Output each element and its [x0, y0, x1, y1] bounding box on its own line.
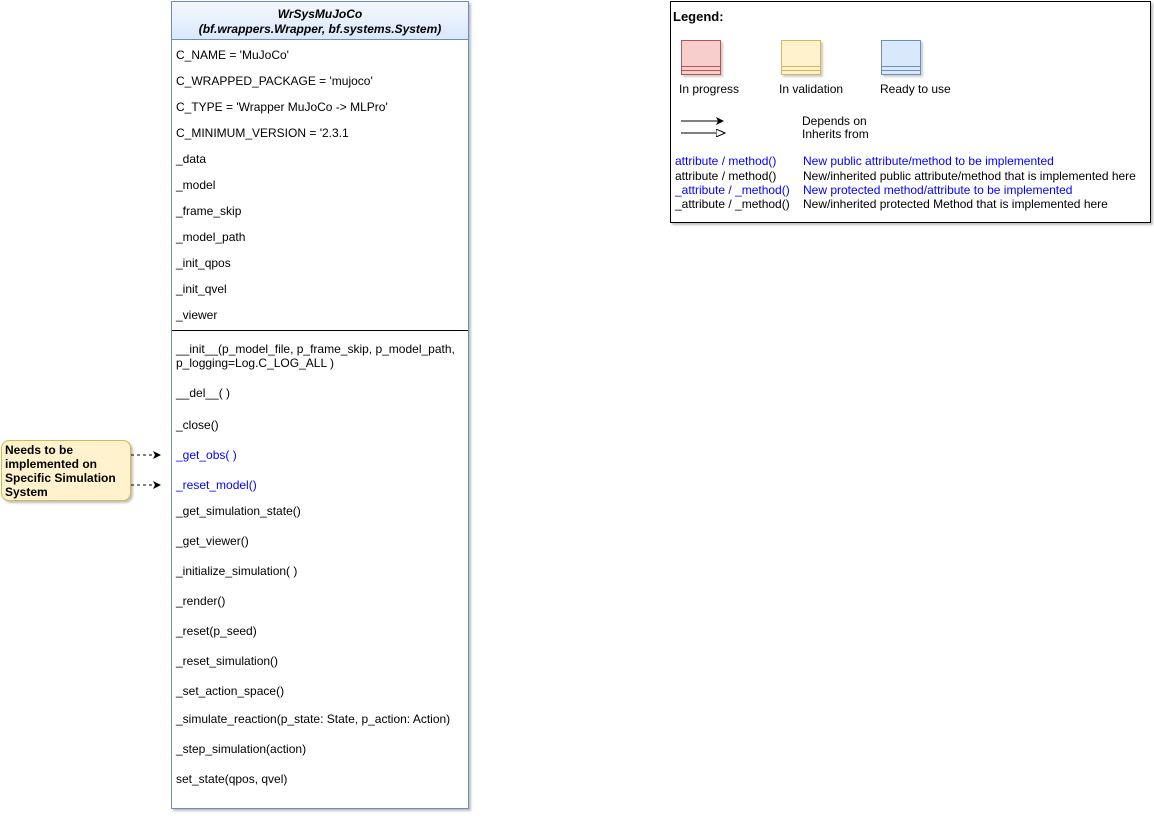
label-ready-to-use: Ready to use — [880, 82, 951, 96]
label-inherits-from: Inherits from — [802, 127, 869, 141]
swatch-line — [882, 66, 920, 67]
legend-title: Legend: — [673, 9, 724, 24]
convention-sample-protected-new: _attribute / _method() — [675, 183, 790, 197]
convention-desc-protected-implemented: New/inherited protected Method that is i… — [803, 197, 1108, 211]
swatch-line — [882, 70, 920, 71]
label-in-validation: In validation — [779, 82, 844, 96]
swatch-line — [682, 70, 720, 71]
convention-sample-public-implemented: attribute / method() — [675, 169, 777, 183]
legend-box[interactable]: Legend: In progress In validation Ready … — [670, 1, 1151, 223]
swatch-line — [782, 70, 820, 71]
swatch-line — [682, 66, 720, 67]
swatch-in-progress — [681, 40, 721, 75]
swatch-ready-to-use — [881, 40, 921, 75]
convention-desc-public-new: New public attribute/method to be implem… — [803, 154, 1054, 168]
convention-desc-protected-new: New protected method/attribute to be imp… — [803, 183, 1073, 197]
legend-arrows — [681, 117, 729, 138]
convention-sample-public-new: attribute / method() — [675, 154, 777, 168]
swatch-in-validation — [781, 40, 821, 75]
label-depends-on: Depends on — [802, 114, 867, 128]
convention-desc-public-implemented: New/inherited public attribute/method th… — [803, 169, 1136, 183]
swatch-line — [782, 66, 820, 67]
convention-sample-protected-implemented: _attribute / _method() — [675, 197, 790, 211]
label-in-progress: In progress — [679, 82, 740, 96]
